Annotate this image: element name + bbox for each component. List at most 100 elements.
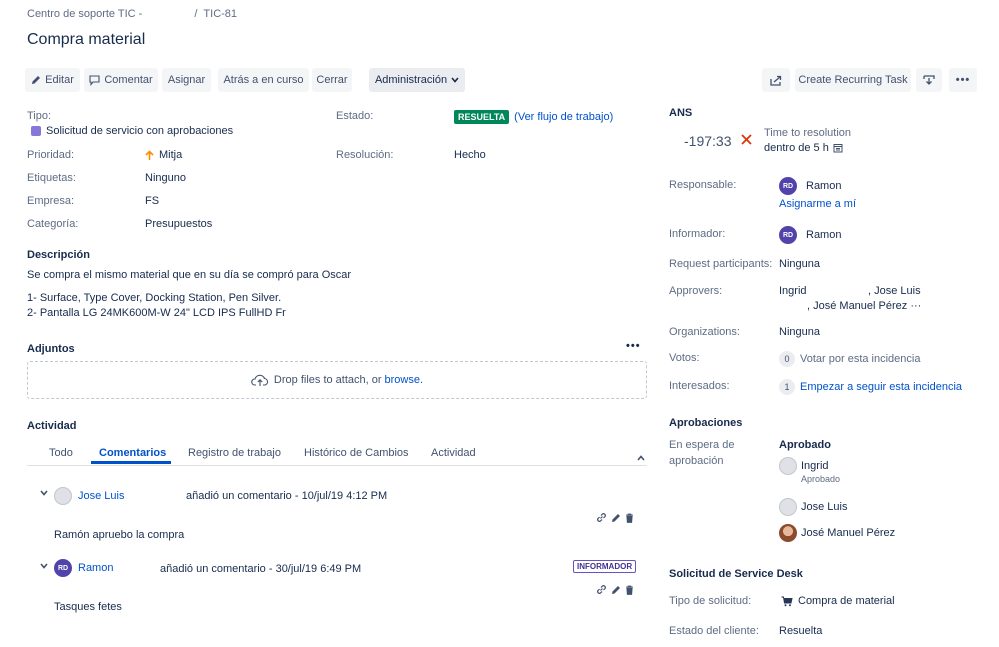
- tab-comments[interactable]: Comentarios: [99, 447, 166, 459]
- comment-author[interactable]: Jose Luis: [78, 490, 124, 502]
- tab-history[interactable]: Histórico de Cambios: [304, 447, 409, 459]
- cloud-upload-icon: [251, 374, 269, 387]
- attachments-more-icon[interactable]: •••: [626, 340, 641, 352]
- watchers-label: Interesados:: [669, 380, 730, 392]
- chevron-up-icon[interactable]: [637, 452, 645, 464]
- request-type-label: Tipo de solicitud:: [669, 595, 752, 607]
- comment-author[interactable]: Ramon: [78, 562, 113, 574]
- sla-target: Time to resolution: [764, 127, 852, 139]
- approvers-label: Approvers:: [669, 285, 723, 297]
- category-value: Presupuestos: [145, 218, 213, 230]
- status-label: Estado:: [336, 110, 374, 122]
- service-request-icon: [31, 126, 41, 136]
- approver-name: Ingrid: [779, 285, 807, 297]
- description-line-3: 2- Pantalla LG 24MK600M-W 24" LCD IPS Fu…: [27, 307, 286, 319]
- status-badge: RESUELTA: [454, 110, 510, 124]
- collapse-comment-icon[interactable]: [40, 560, 48, 572]
- edit-comment-icon[interactable]: [611, 585, 621, 595]
- share-button[interactable]: [762, 68, 790, 92]
- avatar: RD: [54, 559, 72, 577]
- assignee-name: Ramon: [806, 180, 842, 192]
- comment-1-header: Jose Luis: [54, 487, 124, 505]
- shopping-cart-icon: [781, 596, 793, 607]
- comment-2-header: RD Ramon: [54, 559, 113, 577]
- link-icon[interactable]: [596, 512, 607, 523]
- reporter-lozenge: INFORMADOR: [573, 560, 637, 573]
- approver-name[interactable]: , José Manuel Pérez ···: [807, 300, 921, 312]
- browse-link[interactable]: browse.: [385, 374, 424, 386]
- tab-activity[interactable]: Actividad: [431, 447, 476, 459]
- priority-label: Prioridad:: [27, 149, 75, 161]
- active-tab-indicator: [91, 461, 171, 464]
- link-icon[interactable]: [596, 584, 607, 595]
- breadcrumb: Centro de soporte TIC - / TIC-81: [27, 8, 237, 20]
- create-recurring-task-button[interactable]: Create Recurring Task: [795, 68, 911, 92]
- view-workflow-link[interactable]: (Ver flujo de trabajo): [514, 111, 613, 123]
- back-to-in-progress-button[interactable]: Atrás a en curso: [218, 68, 309, 92]
- status-row: RESUELTA (Ver flujo de trabajo): [454, 110, 613, 124]
- labels-value: Ninguno: [145, 172, 186, 184]
- description-line-2: 1- Surface, Type Cover, Docking Station,…: [27, 292, 282, 304]
- approver-1: Ingrid: [779, 457, 829, 475]
- type-label: Tipo:: [27, 110, 52, 122]
- comment-body: Ramón apruebo la compra: [54, 529, 185, 541]
- administration-label: Administración: [374, 74, 448, 86]
- comment-meta: añadió un comentario - 10/jul/19 4:12 PM: [186, 490, 388, 502]
- chevron-down-icon: [451, 77, 459, 83]
- comment-body: Tasques fetes: [54, 601, 122, 613]
- attachments-heading: Adjuntos: [27, 343, 75, 355]
- watchers-count: 1: [779, 379, 795, 395]
- watch-link[interactable]: Empezar a seguir esta incidencia: [800, 381, 962, 393]
- arrow-up-icon: [145, 149, 154, 161]
- comment-label: Comentar: [104, 74, 153, 86]
- export-button[interactable]: [916, 68, 942, 92]
- description-heading: Descripción: [27, 249, 90, 261]
- comment-1-actions: [596, 512, 634, 523]
- edit-label: Editar: [45, 74, 74, 86]
- tabs-divider: [27, 465, 647, 466]
- category-label: Categoría:: [27, 218, 79, 230]
- assign-button[interactable]: Asignar: [162, 68, 211, 92]
- comment-button[interactable]: Comentar: [84, 68, 158, 92]
- delete-icon[interactable]: [625, 513, 634, 523]
- tab-all[interactable]: Todo: [49, 447, 73, 459]
- approver-name: Jose Luis: [801, 501, 848, 513]
- collapse-comment-icon[interactable]: [40, 487, 48, 499]
- edit-comment-icon[interactable]: [611, 513, 621, 523]
- participants-value: Ninguna: [779, 258, 820, 270]
- tab-work-log[interactable]: Registro de trabajo: [188, 447, 281, 459]
- priority-value-text: Mitja: [159, 149, 183, 161]
- vote-link[interactable]: Votar por esta incidencia: [800, 353, 920, 365]
- reporter-name: Ramon: [806, 229, 842, 241]
- approvals-waiting-line-2: aprobación: [669, 455, 724, 467]
- more-actions-button[interactable]: •••: [949, 68, 977, 92]
- approver-state: Aprobado: [801, 474, 841, 484]
- assign-to-me-link[interactable]: Asignarme a mí: [779, 198, 856, 210]
- more-icon: •••: [955, 74, 971, 86]
- avatar: [54, 487, 72, 505]
- breached-x-icon: [740, 133, 753, 149]
- avatar: [779, 498, 797, 516]
- administration-dropdown[interactable]: Administración: [369, 68, 465, 92]
- activity-heading: Actividad: [27, 420, 77, 432]
- votes-label: Votos:: [669, 352, 700, 364]
- breadcrumb-separator: /: [194, 8, 198, 20]
- company-value: FS: [145, 195, 160, 207]
- approver-2: Jose Luis: [779, 498, 847, 516]
- close-issue-button[interactable]: Cerrar: [312, 68, 352, 92]
- breadcrumb-issue-key[interactable]: TIC-81: [203, 8, 237, 20]
- breadcrumb-project[interactable]: Centro de soporte TIC -: [27, 8, 142, 20]
- edit-button[interactable]: Editar: [25, 68, 80, 92]
- approver-name: , Jose Luis: [868, 285, 921, 297]
- type-value-text: Solicitud de servicio con aprobaciones: [46, 125, 234, 137]
- sla-heading: ANS: [669, 107, 693, 119]
- sla-within-row: dentro de 5 h: [764, 142, 843, 154]
- avatar: [779, 524, 797, 542]
- priority-value: Mitja: [145, 149, 182, 161]
- watchers-row: 1 Empezar a seguir esta incidencia: [779, 379, 962, 395]
- delete-icon[interactable]: [625, 585, 634, 595]
- comment-icon: [89, 74, 100, 86]
- attachment-dropzone[interactable]: Drop files to attach, or browse.: [27, 361, 647, 399]
- assignee-label: Responsable:: [669, 179, 737, 191]
- resolution-value: Hecho: [454, 149, 486, 161]
